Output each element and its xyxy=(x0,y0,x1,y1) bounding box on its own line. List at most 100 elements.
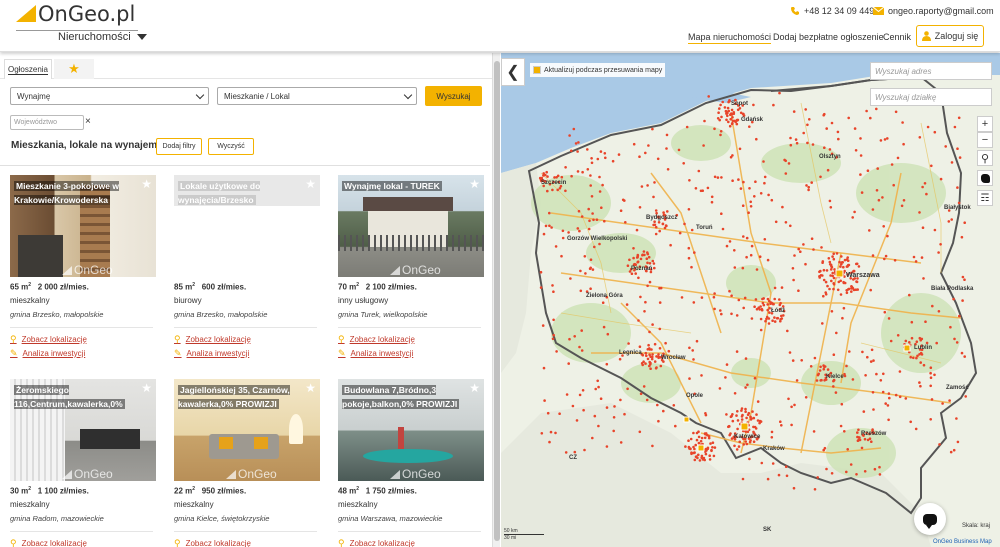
listing-marker[interactable] xyxy=(651,353,654,356)
listing-marker[interactable] xyxy=(862,410,866,413)
listing-marker[interactable] xyxy=(713,292,716,295)
listing-marker[interactable] xyxy=(727,120,730,124)
listing-marker[interactable] xyxy=(793,403,796,407)
listing-marker[interactable] xyxy=(755,307,759,311)
listing-marker[interactable] xyxy=(648,330,651,334)
listing-marker[interactable] xyxy=(728,289,731,293)
listing-marker[interactable] xyxy=(819,175,822,179)
listing-marker[interactable] xyxy=(915,356,918,360)
listing-marker[interactable] xyxy=(648,348,652,351)
add-filters-button[interactable]: Dodaj filtry xyxy=(156,138,202,155)
listing-marker[interactable] xyxy=(849,463,853,466)
listing-marker[interactable] xyxy=(752,440,756,444)
listing-marker[interactable] xyxy=(821,261,824,264)
listing-marker[interactable] xyxy=(589,287,592,290)
listing-marker[interactable] xyxy=(719,309,722,312)
listing-marker[interactable] xyxy=(839,424,843,428)
listing-marker[interactable] xyxy=(646,252,650,256)
listing-marker[interactable] xyxy=(578,393,582,397)
listing-marker[interactable] xyxy=(847,116,850,120)
listing-marker[interactable] xyxy=(712,454,716,458)
listing-marker[interactable] xyxy=(781,205,784,209)
listing-marker[interactable] xyxy=(593,245,596,249)
listing-marker[interactable] xyxy=(700,374,703,377)
listing-marker[interactable] xyxy=(545,170,548,174)
listing-marker[interactable] xyxy=(693,458,697,462)
listing-marker[interactable] xyxy=(580,349,584,352)
listing-marker[interactable] xyxy=(823,112,826,116)
listing-marker[interactable] xyxy=(549,430,553,434)
listing-marker[interactable] xyxy=(866,438,870,442)
listing-marker[interactable] xyxy=(554,245,558,248)
listing-marker[interactable] xyxy=(691,349,694,352)
listing-marker[interactable] xyxy=(901,121,904,124)
listing-marker[interactable] xyxy=(728,124,732,128)
listing-marker[interactable] xyxy=(963,221,966,224)
listing-marker[interactable] xyxy=(690,228,694,232)
listing-marker[interactable] xyxy=(731,121,734,125)
listing-marker[interactable] xyxy=(918,136,922,139)
listing-marker[interactable] xyxy=(576,227,580,230)
listing-marker[interactable] xyxy=(939,177,943,181)
listing-marker[interactable] xyxy=(866,355,869,359)
listing-marker[interactable] xyxy=(695,339,699,343)
listing-marker[interactable] xyxy=(949,325,952,329)
listing-marker[interactable] xyxy=(830,121,834,125)
zoom-out-button[interactable]: − xyxy=(977,132,993,148)
listing-marker[interactable] xyxy=(759,317,763,321)
listing-marker[interactable] xyxy=(828,199,832,203)
listing-marker[interactable] xyxy=(665,147,668,150)
cluster-marker-sosnowiec[interactable] xyxy=(683,416,690,423)
listing-marker[interactable] xyxy=(720,115,723,119)
listing-marker[interactable] xyxy=(818,276,821,279)
parcel-search-input[interactable]: Wyszukaj działkę xyxy=(870,88,992,106)
listing-marker[interactable] xyxy=(551,188,554,192)
listing-marker[interactable] xyxy=(819,365,822,369)
listing-marker[interactable] xyxy=(748,457,751,461)
map-attribution[interactable]: OnGeo Business Map xyxy=(933,539,992,545)
listing-marker[interactable] xyxy=(649,367,652,371)
listing-marker[interactable] xyxy=(721,227,725,231)
listing-marker[interactable] xyxy=(845,258,849,261)
listing-marker[interactable] xyxy=(574,142,578,145)
listing-marker[interactable] xyxy=(698,459,702,462)
listing-marker[interactable] xyxy=(828,260,832,264)
listing-marker[interactable] xyxy=(779,301,782,305)
listing-marker[interactable] xyxy=(638,345,642,349)
listing-marker[interactable] xyxy=(898,370,902,373)
listing-marker[interactable] xyxy=(560,254,563,258)
listing-marker[interactable] xyxy=(762,303,766,307)
listing-marker[interactable] xyxy=(643,253,646,257)
listing-marker[interactable] xyxy=(956,440,960,444)
listing-marker[interactable] xyxy=(544,173,547,177)
listing-marker[interactable] xyxy=(754,180,757,183)
listing-marker[interactable] xyxy=(725,112,728,115)
listing-marker[interactable] xyxy=(857,265,861,268)
listing-marker[interactable] xyxy=(539,270,543,274)
listing-marker[interactable] xyxy=(567,231,570,234)
listing-marker[interactable] xyxy=(825,127,828,130)
listing-marker[interactable] xyxy=(580,329,583,332)
listing-marker[interactable] xyxy=(689,437,693,441)
listing-marker[interactable] xyxy=(596,157,600,161)
listing-marker[interactable] xyxy=(540,432,544,435)
listing-marker[interactable] xyxy=(645,257,649,260)
listing-marker[interactable] xyxy=(767,317,771,320)
listing-marker[interactable] xyxy=(812,248,815,251)
listing-marker[interactable] xyxy=(753,195,756,198)
listing-marker[interactable] xyxy=(886,137,889,140)
listing-marker[interactable] xyxy=(744,410,747,414)
listing-marker[interactable] xyxy=(791,267,795,270)
listing-marker[interactable] xyxy=(855,473,858,476)
listing-marker[interactable] xyxy=(877,198,881,202)
listing-marker[interactable] xyxy=(824,280,828,284)
listing-marker[interactable] xyxy=(812,430,816,433)
listing-marker[interactable] xyxy=(820,246,823,249)
listing-marker[interactable] xyxy=(822,294,825,298)
listing-marker[interactable] xyxy=(770,301,773,305)
listing-marker[interactable] xyxy=(564,451,568,454)
listing-marker[interactable] xyxy=(552,318,555,322)
listing-marker[interactable] xyxy=(773,297,776,301)
listing-marker[interactable] xyxy=(619,398,622,402)
listing-marker[interactable] xyxy=(554,431,557,435)
